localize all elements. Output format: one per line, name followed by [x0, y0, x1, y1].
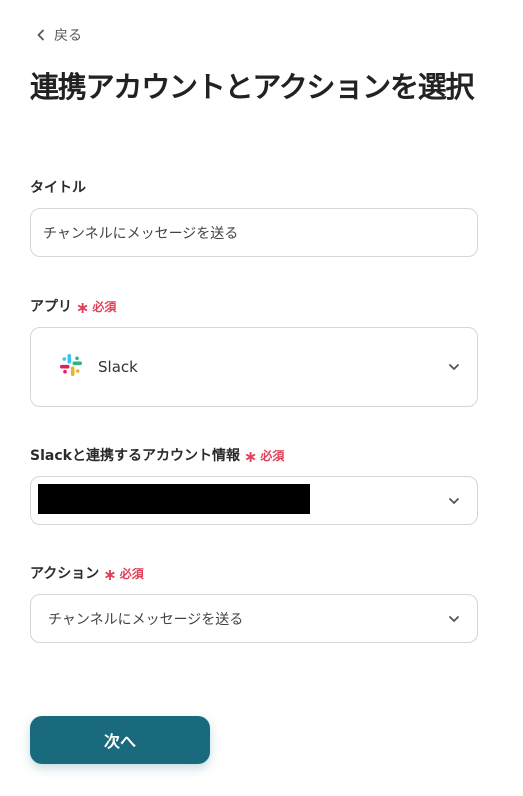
title-field[interactable] [30, 208, 478, 257]
action-label-text: アクション [30, 566, 100, 582]
required-badge: ∗ 必須 [103, 565, 144, 584]
account-field-label: Slackと連携するアカウント情報 ∗ 必須 [30, 445, 284, 465]
back-link[interactable]: 戻る [36, 24, 82, 46]
chevron-down-icon [449, 615, 459, 622]
asterisk-icon: ∗ [243, 447, 258, 466]
title-field-label: タイトル [30, 177, 86, 197]
back-label: 戻る [54, 28, 82, 44]
action-select[interactable]: チャンネルにメッセージを送る [30, 594, 478, 643]
chevron-left-icon [36, 29, 46, 41]
app-label-text: アプリ [30, 299, 72, 315]
redacted-account-value [38, 484, 310, 514]
app-select-content: Slack [31, 352, 138, 382]
required-text: 必須 [260, 448, 285, 463]
required-badge: ∗ 必須 [76, 298, 117, 317]
chevron-down-icon [449, 364, 459, 370]
asterisk-icon: ∗ [103, 565, 117, 584]
next-button[interactable]: 次へ [30, 716, 210, 764]
account-label-text: Slackと連携するアカウント情報 [30, 448, 240, 464]
action-selected-value: チャンネルにメッセージを送る [48, 611, 244, 628]
slack-logo-icon [58, 352, 84, 382]
required-text: 必須 [119, 566, 144, 581]
account-select[interactable] [30, 476, 478, 525]
chevron-down-icon [449, 497, 459, 504]
required-badge: ∗ 必須 [243, 447, 285, 466]
required-text: 必須 [92, 299, 117, 314]
app-selected-value: Slack [98, 358, 138, 376]
title-input[interactable] [31, 209, 477, 256]
asterisk-icon: ∗ [76, 298, 90, 317]
action-field-label: アクション ∗ 必須 [30, 563, 144, 583]
app-select[interactable]: Slack [30, 327, 478, 407]
page-title: 連携アカウントとアクションを選択 [30, 70, 475, 104]
title-label-text: タイトル [30, 180, 86, 196]
app-field-label: アプリ ∗ 必須 [30, 296, 116, 316]
